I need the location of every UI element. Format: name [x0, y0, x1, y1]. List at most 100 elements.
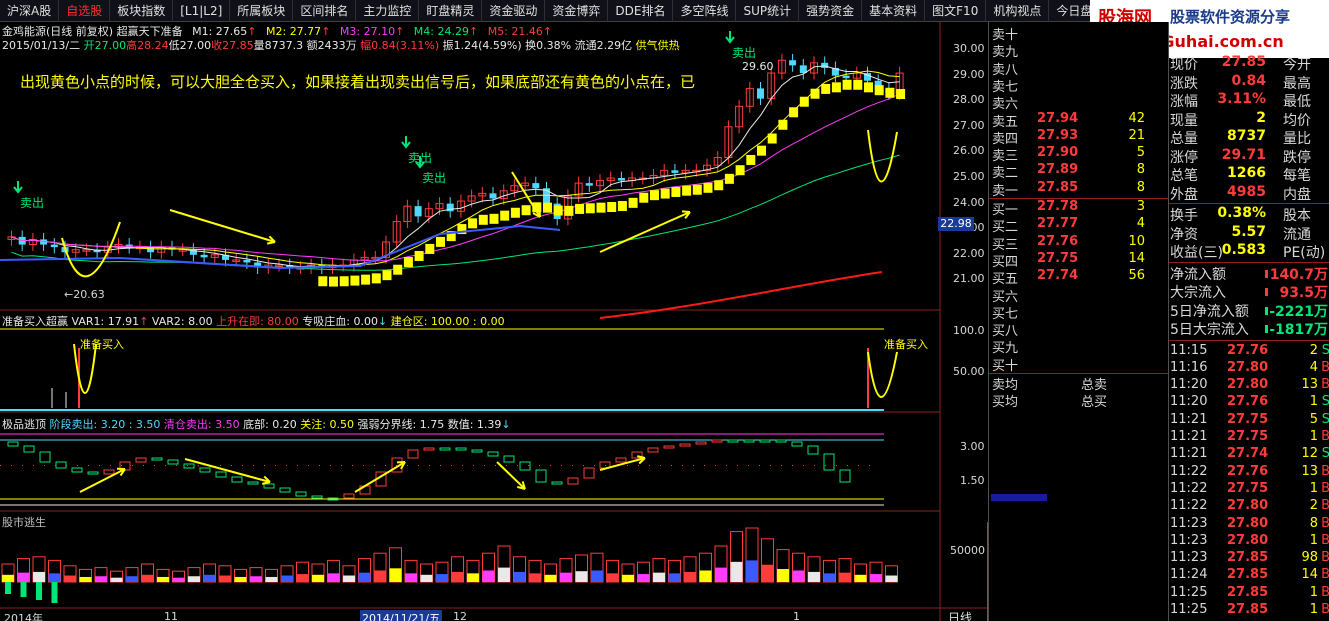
tick-price: 27.80	[1227, 532, 1269, 548]
tick-row: 11:20 27.80 13 B	[1169, 377, 1329, 394]
indicator-candle	[839, 469, 851, 483]
buy-level-empty: 买七	[989, 303, 1169, 322]
tick-side: S	[1321, 446, 1329, 462]
close-value: 收27.85	[211, 39, 254, 52]
tick-price: 27.75	[1227, 480, 1269, 496]
volume-fill	[219, 575, 231, 582]
tab-1[interactable]: 自选股	[59, 0, 111, 22]
flow-marker	[1265, 306, 1268, 315]
tab-5[interactable]: 区间排名	[293, 0, 357, 22]
volume-fill	[265, 576, 278, 582]
tab-14[interactable]: 基本资料	[862, 0, 926, 22]
yellow-band-block	[831, 82, 841, 93]
buy-ready-label: 准备买入	[884, 337, 928, 351]
sell-level-empty: 卖七	[989, 76, 1169, 95]
kline-chart-area[interactable]: 卖出 卖出 卖出 卖出 ←20.63 29.60 准备买入 准备买入 金鸡能源(日线 前复权)…	[0, 22, 988, 621]
yellow-band-block	[885, 87, 895, 98]
date-tick-label: 2014年	[4, 612, 43, 621]
orderbook-level-label: 买二	[992, 220, 1019, 236]
yellow-band-block	[746, 154, 756, 165]
strength-dot	[88, 465, 89, 466]
tab-0[interactable]: 沪深A股	[0, 0, 60, 22]
yellow-band-block	[468, 218, 478, 229]
strength-dot	[132, 465, 133, 466]
candle-down	[789, 60, 797, 66]
date-tick-label: 2014/11/21/五	[360, 610, 443, 621]
volume-fill	[296, 574, 309, 582]
quote-separator	[1169, 339, 1329, 341]
buy-level: 买二 27.77 4	[989, 216, 1169, 236]
quote-row: 现价 27.85 今开	[1169, 54, 1329, 73]
strength-dot	[77, 465, 78, 466]
quote-value: 0.38%	[1217, 205, 1266, 221]
tab-15[interactable]: 图文F10	[925, 0, 987, 22]
quote-row: 涨停 29.71 跌停	[1169, 147, 1329, 166]
quote-key2: 股本	[1283, 208, 1311, 224]
indicator-candle	[551, 481, 563, 485]
tab-9[interactable]: 资金博弈	[545, 0, 609, 22]
strength-dot	[418, 465, 419, 466]
strategy-annotation: 出现黄色小点的时候，可以大胆全仓买入，如果接着出现卖出信号后，如果底部还有黄色的…	[20, 73, 696, 91]
strength-dot	[836, 465, 837, 466]
volume-fill	[467, 573, 479, 582]
indicator-candle	[775, 439, 787, 443]
quote-key2: 今开	[1283, 57, 1311, 73]
flow-value: 93.5万	[1279, 285, 1328, 301]
indicator-candle	[455, 447, 467, 451]
strength-dot	[682, 465, 683, 466]
tab-11[interactable]: 多空阵线	[673, 0, 737, 22]
strength-dot	[506, 465, 507, 466]
date-label: 2015/01/13/二	[2, 39, 81, 52]
strength-dot	[242, 465, 243, 466]
tick-volume: 1	[1309, 584, 1318, 600]
tab-10[interactable]: DDE排名	[608, 0, 674, 22]
strength-dot	[253, 465, 254, 466]
quote-value: 8737	[1227, 128, 1266, 144]
tick-price: 27.85	[1227, 584, 1269, 600]
orderbook-volume: 14	[1128, 250, 1145, 266]
buy-ready-label: 准备买入	[80, 337, 124, 351]
strength-dot	[495, 465, 496, 466]
quote-key: 总笔	[1170, 168, 1198, 184]
yellow-band-block	[617, 201, 627, 212]
quote-key2: 最高	[1283, 75, 1311, 92]
tab-16[interactable]: 机构视点	[986, 0, 1050, 22]
tab-7[interactable]: 盯盘精灵	[419, 0, 483, 22]
strength-dot	[517, 465, 518, 466]
tab-3[interactable]: [L1|L2]	[173, 0, 231, 22]
sell-arrow-icon	[13, 181, 23, 194]
orderbook-volume: 42	[1128, 110, 1145, 126]
yellow-band-block	[671, 186, 681, 197]
orderbook-level-label: 买七	[992, 306, 1019, 322]
volume-fill	[823, 573, 836, 582]
orderbook-volume: 3	[1136, 199, 1145, 214]
volume-fill	[436, 574, 448, 582]
yellow-band-block	[757, 145, 766, 156]
indicator-candle	[535, 469, 547, 483]
tick-volume: 1	[1309, 480, 1318, 496]
order-book: 卖十 卖九 卖八 卖七 卖六 卖五 27.94 42 卖四 27.93 21 卖三 27.90 5 卖二 27…	[988, 22, 1169, 621]
tab-4[interactable]: 所属板块	[230, 0, 294, 22]
indicator-candle	[407, 449, 419, 459]
volume-fill	[110, 577, 123, 582]
orderbook-volume: 5	[1136, 145, 1145, 161]
volume-fill	[870, 574, 882, 582]
tab-8[interactable]: 资金驱动	[482, 0, 546, 22]
tick-row: 11:21 27.75 1 B	[1169, 429, 1329, 446]
tab-13[interactable]: 强势资金	[799, 0, 863, 22]
indicator-candle	[7, 441, 19, 447]
strength-dot	[0, 465, 1, 466]
strength-dot	[781, 465, 782, 466]
tab-2[interactable]: 板块指数	[110, 0, 174, 22]
strength-dot	[869, 465, 870, 466]
date-tick-label: 11	[164, 610, 178, 621]
volume-fill	[2, 574, 14, 582]
indicator-value: 数值: 1.39	[447, 418, 502, 431]
yellow-band-block	[778, 119, 788, 130]
tick-side: B	[1321, 377, 1329, 393]
orderbook-level-label: 卖九	[992, 45, 1019, 61]
orderbook-level-label: 卖二	[992, 166, 1019, 182]
tab-6[interactable]: 主力监控	[356, 0, 420, 22]
tab-12[interactable]: SUP统计	[736, 0, 800, 22]
volume-fill	[885, 575, 898, 582]
